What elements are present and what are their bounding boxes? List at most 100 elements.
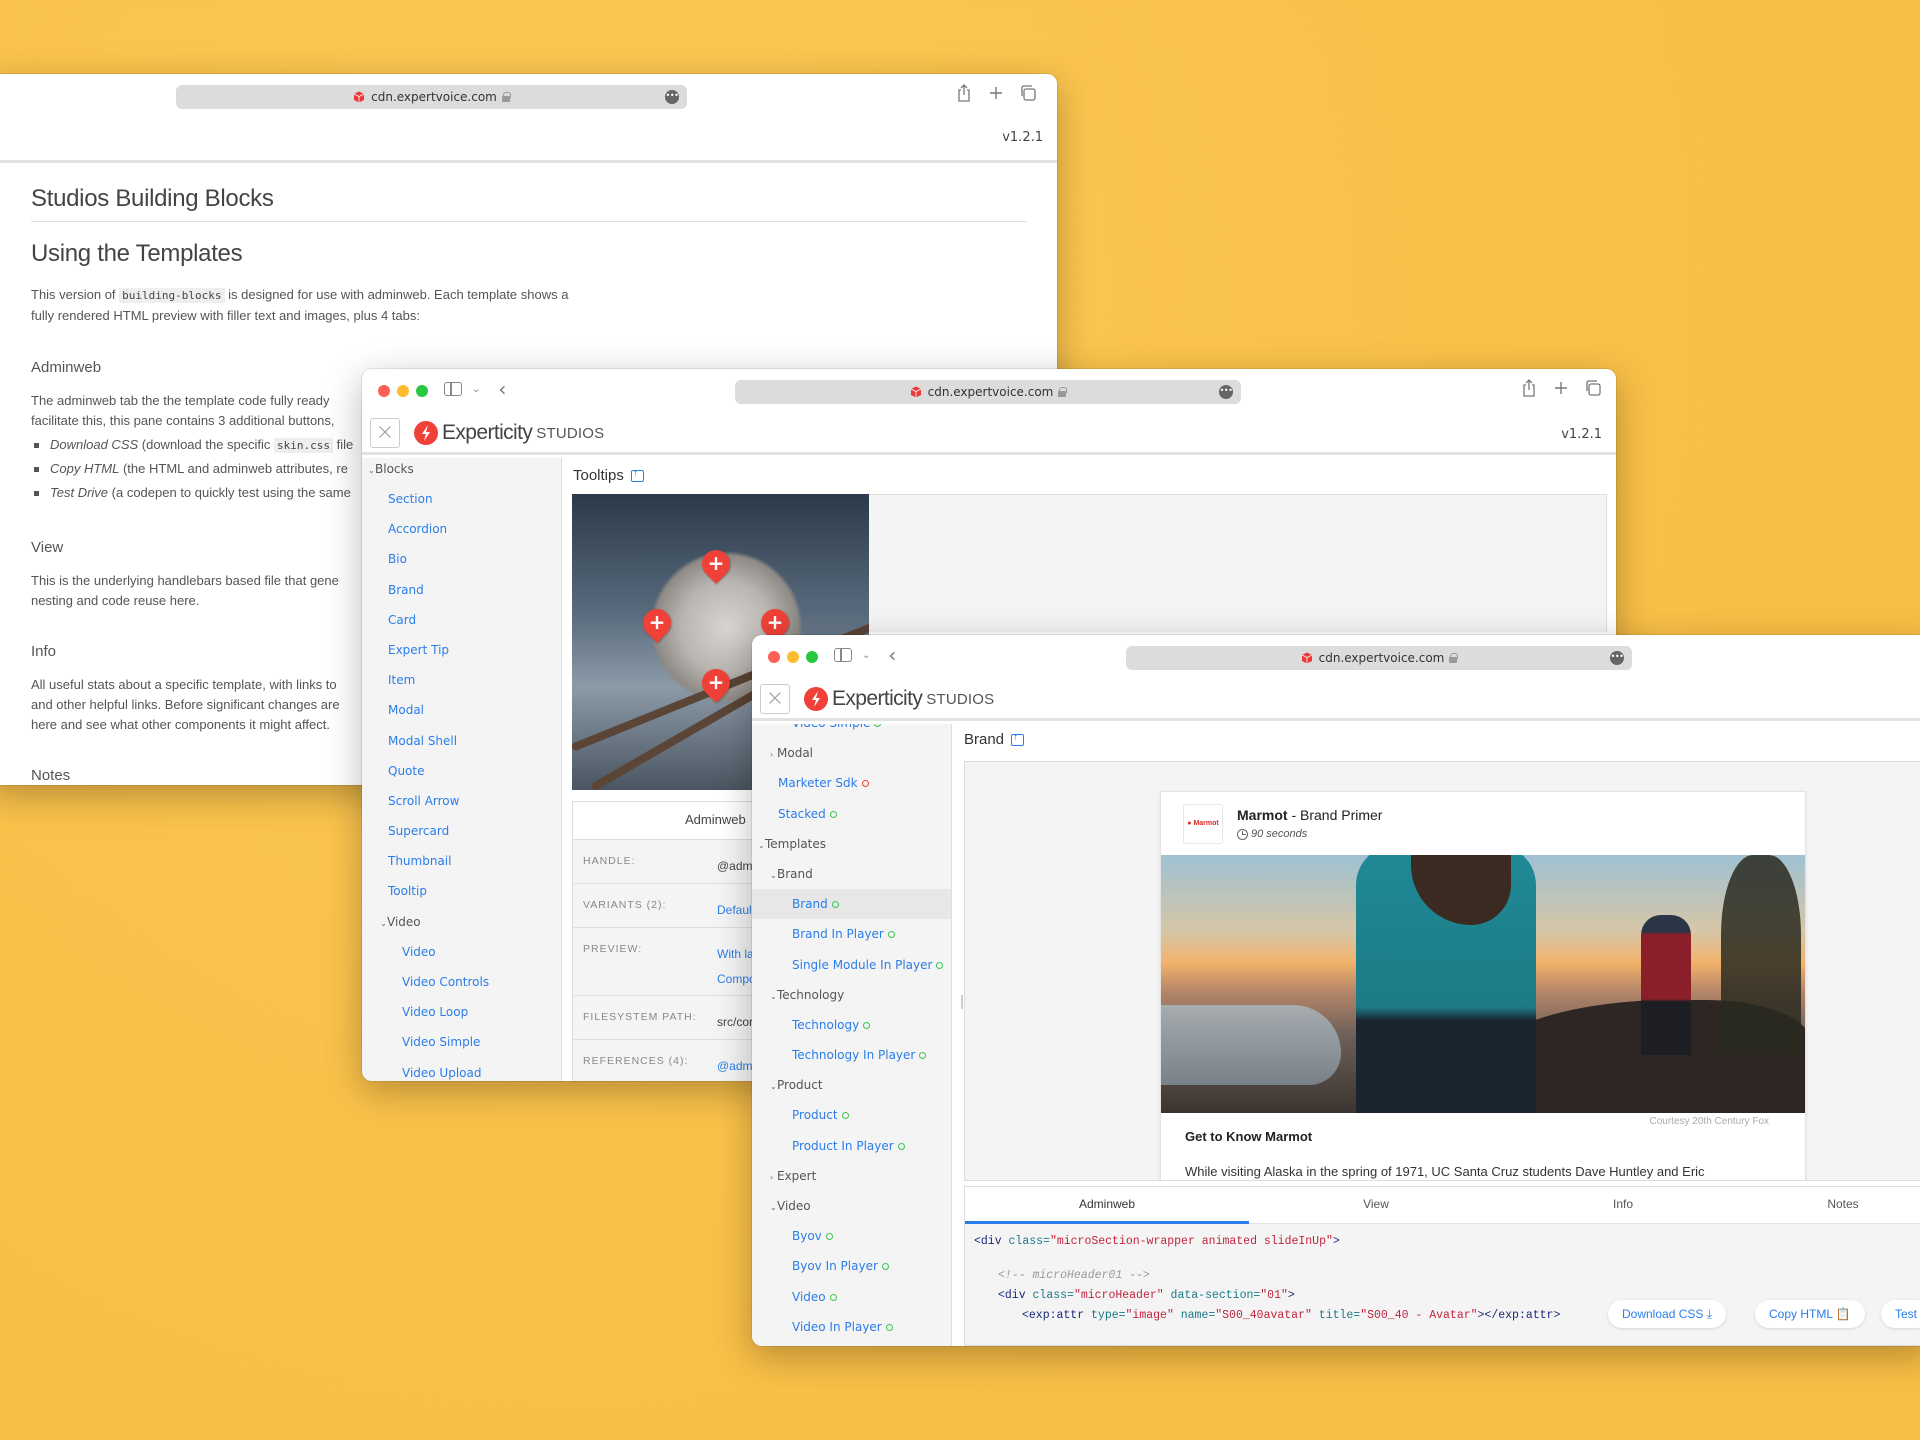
sidebar-toggle-icon[interactable] bbox=[834, 648, 852, 662]
sidebar-group-video[interactable]: ⌄Video bbox=[362, 907, 561, 937]
sidebar-group[interactable]: › Modal bbox=[752, 738, 951, 768]
copy-html-button[interactable]: Copy HTML 📋 bbox=[1755, 1300, 1865, 1328]
more-options-icon[interactable]: ••• bbox=[665, 90, 679, 104]
sidebar-item[interactable]: Bio bbox=[362, 544, 561, 574]
sidebar-item[interactable]: Product In Player bbox=[752, 1131, 951, 1161]
sidebar-item[interactable]: Brand bbox=[752, 889, 951, 920]
sidebar-item[interactable]: Video bbox=[752, 1282, 951, 1312]
close-button[interactable]: × bbox=[370, 418, 400, 448]
sidebar-item[interactable]: Accordion bbox=[362, 514, 561, 544]
sidebar-item[interactable]: Video Loop bbox=[362, 997, 561, 1027]
test-drive-button[interactable]: Test bbox=[1881, 1300, 1920, 1328]
sidebar-group-blocks[interactable]: ⌄Blocks bbox=[362, 458, 561, 484]
back-icon[interactable]: ‹ bbox=[888, 645, 896, 665]
download-css-button[interactable]: Download CSS ⤓ bbox=[1608, 1300, 1727, 1328]
sidebar-item[interactable]: Card bbox=[362, 605, 561, 635]
variants-link[interactable]: Defaul bbox=[717, 898, 752, 923]
references-link[interactable]: @admi bbox=[717, 1054, 755, 1079]
brand-browser-window: ⌄ ‹ cdn.expertvoice.com ••• × Experticit… bbox=[752, 635, 1920, 1346]
section-title: Using the Templates bbox=[31, 240, 243, 267]
sidebar-item[interactable]: Brand In Player bbox=[752, 919, 951, 949]
tooltip-hotspot[interactable]: + bbox=[696, 663, 736, 703]
more-options-icon[interactable]: ••• bbox=[1219, 385, 1233, 399]
resize-handle[interactable] bbox=[961, 995, 963, 1009]
preview-link[interactable]: With la Compo bbox=[717, 942, 756, 992]
sidebar-nav: ⌄Blocks Section Accordion Bio Brand Card Expe… bbox=[362, 458, 562, 1081]
chevron-down-icon: ⌄ bbox=[368, 466, 375, 475]
open-external-icon[interactable] bbox=[1011, 732, 1025, 746]
window-controls bbox=[378, 385, 428, 397]
sidebar-group[interactable]: ⌄Templates bbox=[752, 829, 951, 859]
sidebar-group[interactable]: ⌄Product bbox=[752, 1070, 951, 1100]
tabs-overview-icon[interactable] bbox=[1019, 84, 1037, 102]
panel-title: Tooltips bbox=[573, 467, 644, 484]
sidebar-item[interactable]: Video Simple bbox=[362, 1027, 561, 1057]
sidebar-item[interactable]: Byov In Player bbox=[752, 1251, 951, 1281]
version-label: v1.2.1 bbox=[1002, 130, 1043, 145]
sidebar-item[interactable]: Quote bbox=[362, 756, 561, 786]
card-heading: Get to Know Marmot bbox=[1185, 1129, 1313, 1144]
address-bar[interactable]: cdn.expertvoice.com ••• bbox=[1126, 646, 1632, 670]
more-options-icon[interactable]: ••• bbox=[1610, 651, 1624, 665]
status-dot-icon bbox=[881, 1263, 889, 1271]
app-header: × Experticity STUDIOS v1.2.1 bbox=[362, 413, 1616, 455]
sidebar-item[interactable]: Single Module In Player bbox=[752, 950, 951, 980]
sidebar-item[interactable]: Expert Tip bbox=[362, 635, 561, 665]
sidebar-item[interactable]: Video bbox=[362, 937, 561, 967]
sidebar-item[interactable]: Item bbox=[362, 665, 561, 695]
new-tab-icon[interactable] bbox=[987, 84, 1005, 102]
sidebar-item[interactable]: Modal bbox=[362, 695, 561, 725]
share-icon[interactable] bbox=[955, 84, 973, 102]
zoom-window-button[interactable] bbox=[416, 385, 428, 397]
sidebar-item[interactable]: Modal Shell bbox=[362, 726, 561, 756]
sidebar-item[interactable]: Section bbox=[362, 484, 561, 514]
sidebar-item[interactable]: Technology bbox=[752, 1010, 951, 1040]
back-icon[interactable]: ‹ bbox=[498, 379, 506, 399]
minimize-window-button[interactable] bbox=[397, 385, 409, 397]
sidebar-item[interactable]: Technology In Player bbox=[752, 1040, 951, 1070]
tab-notes[interactable]: Notes bbox=[1743, 1187, 1920, 1224]
sidebar-group[interactable]: ⌄Brand bbox=[752, 859, 951, 889]
chevron-down-icon: ⌄ bbox=[758, 840, 765, 850]
chevron-down-icon[interactable]: ⌄ bbox=[472, 384, 480, 395]
sidebar-item[interactable]: Video Upload bbox=[362, 1058, 561, 1081]
sidebar-item[interactable]: Stacked bbox=[752, 799, 951, 829]
sidebar-item[interactable]: Byov bbox=[752, 1221, 951, 1251]
favicon-icon bbox=[1301, 652, 1313, 664]
tooltip-hotspot[interactable]: + bbox=[637, 603, 677, 643]
sidebar-item[interactable]: Scroll Arrow bbox=[362, 786, 561, 816]
close-window-button[interactable] bbox=[768, 651, 780, 663]
sidebar-group[interactable]: › Expert bbox=[752, 1161, 951, 1191]
close-button[interactable]: × bbox=[760, 684, 790, 714]
sidebar-item[interactable]: Product bbox=[752, 1100, 951, 1130]
sidebar-item[interactable]: Tooltip bbox=[362, 876, 561, 906]
tabs-overview-icon[interactable] bbox=[1584, 379, 1602, 397]
tooltip-hotspot[interactable]: + bbox=[696, 544, 736, 584]
sidebar-item[interactable]: Video Controls bbox=[362, 967, 561, 997]
open-external-icon[interactable] bbox=[630, 468, 644, 482]
sidebar-item[interactable]: Brand bbox=[362, 575, 561, 605]
sidebar-item[interactable]: Marketer Sdk bbox=[752, 768, 951, 798]
sidebar-group[interactable]: ⌄Technology bbox=[752, 980, 951, 1010]
minimize-window-button[interactable] bbox=[787, 651, 799, 663]
sidebar-item[interactable]: Supercard bbox=[362, 816, 561, 846]
zoom-window-button[interactable] bbox=[806, 651, 818, 663]
list-item: Copy HTML (the HTML and adminweb attribu… bbox=[33, 457, 353, 481]
tab-view[interactable]: View bbox=[1249, 1187, 1503, 1224]
share-icon[interactable] bbox=[1520, 379, 1538, 397]
new-tab-icon[interactable] bbox=[1552, 379, 1570, 397]
sidebar-item[interactable]: Video In Player bbox=[752, 1312, 951, 1342]
tab-info[interactable]: Info bbox=[1503, 1187, 1743, 1224]
address-bar[interactable]: cdn.expertvoice.com ••• bbox=[176, 85, 687, 109]
code-panel: Adminweb View Info Notes <div class="mic… bbox=[964, 1186, 1920, 1346]
sidebar-item[interactable]: Thumbnail bbox=[362, 846, 561, 876]
sidebar-group[interactable]: ⌄Video bbox=[752, 1191, 951, 1221]
close-window-button[interactable] bbox=[378, 385, 390, 397]
status-dot-icon bbox=[863, 1021, 871, 1029]
tab-adminweb[interactable]: Adminweb bbox=[965, 1187, 1249, 1224]
sidebar-toggle-icon[interactable] bbox=[444, 382, 462, 396]
sidebar-item[interactable]: Video Simple bbox=[752, 724, 951, 738]
window-controls bbox=[768, 651, 818, 663]
address-bar[interactable]: cdn.expertvoice.com ••• bbox=[735, 380, 1241, 404]
chevron-down-icon[interactable]: ⌄ bbox=[862, 650, 870, 661]
